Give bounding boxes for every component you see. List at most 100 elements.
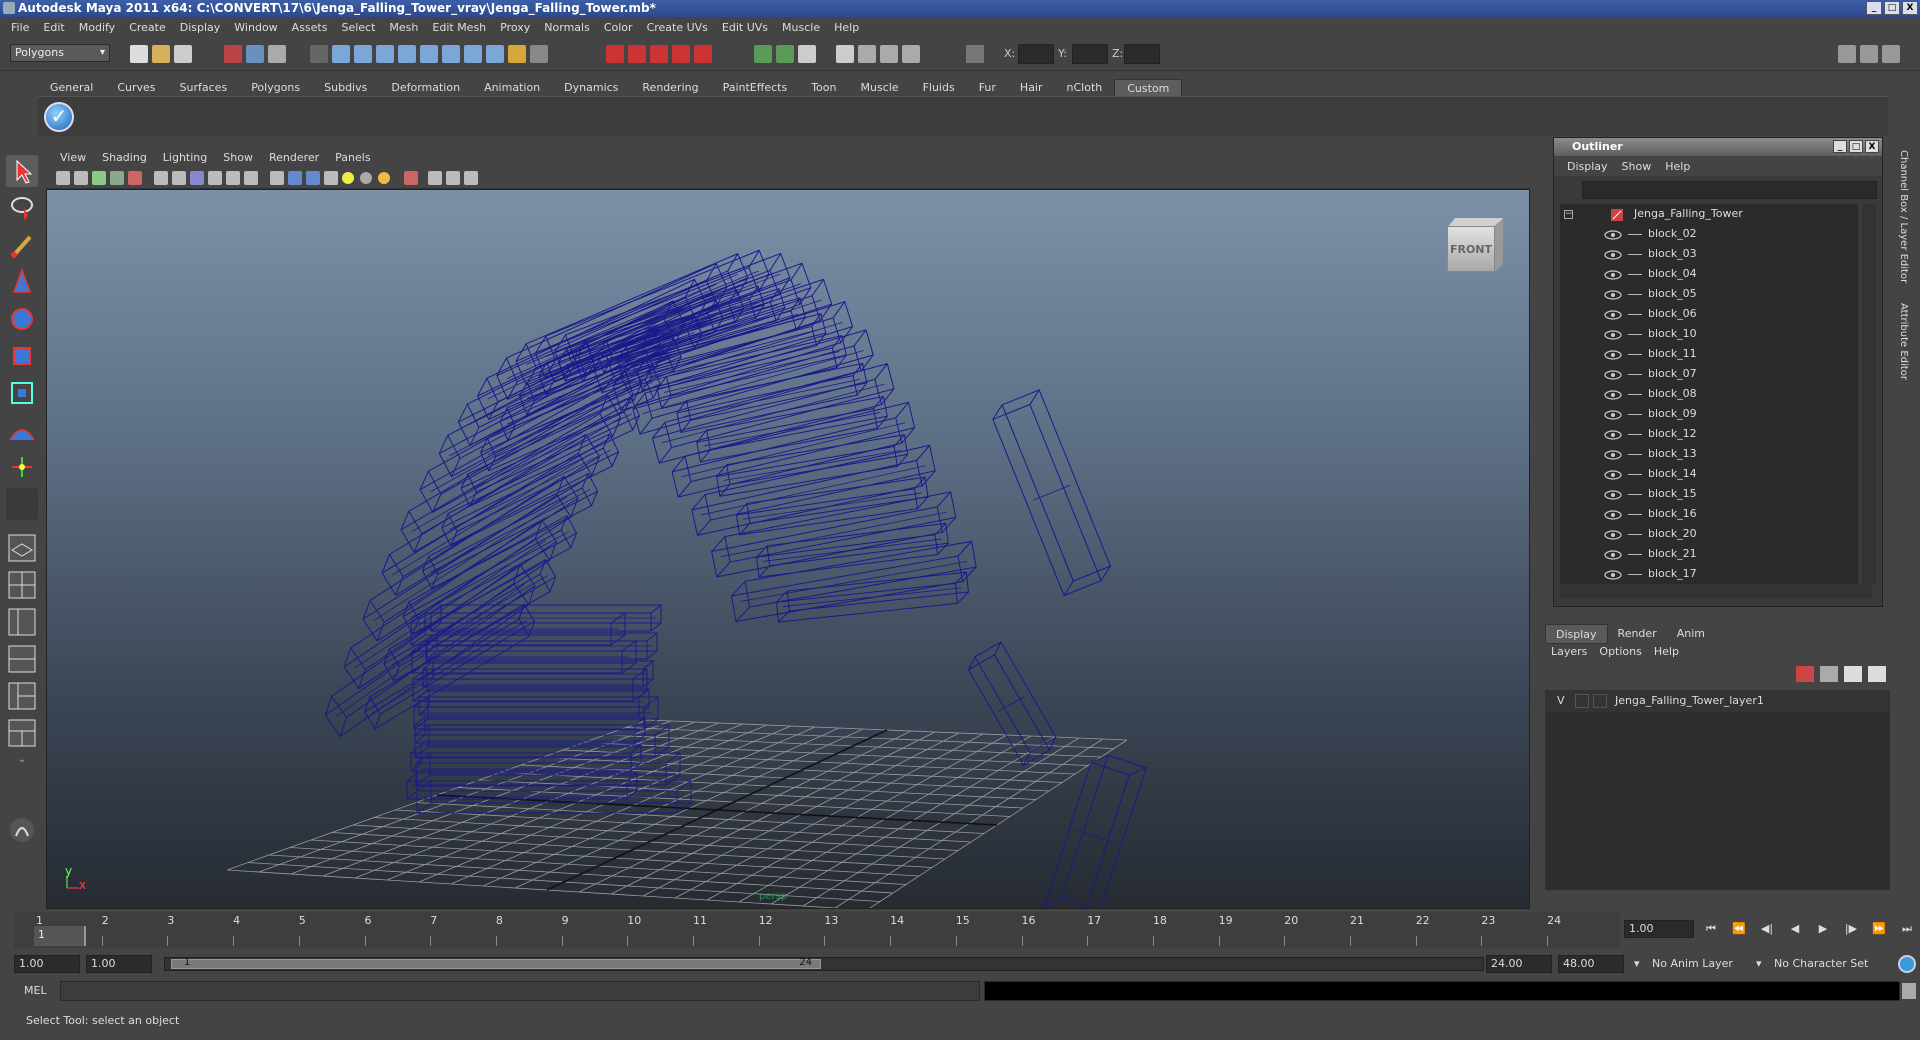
channel-box-tab[interactable]: Channel Box / Layer Editor [1898, 150, 1909, 283]
outliner-menu-display[interactable]: Display [1560, 160, 1615, 173]
shelf-tab-rendering[interactable]: Rendering [630, 79, 710, 96]
shelf-tab-deformation[interactable]: Deformation [379, 79, 472, 96]
layer-row[interactable]: V Jenga_Falling_Tower_layer1 [1545, 690, 1890, 712]
current-frame-marker[interactable]: 1 [34, 926, 86, 946]
select-object-icon[interactable] [246, 45, 264, 63]
render-settings-icon[interactable] [902, 45, 920, 63]
outliner-close-button[interactable]: X [1865, 140, 1879, 153]
outliner-layout-icon[interactable] [6, 606, 38, 638]
viewport-menu-view[interactable]: View [52, 151, 94, 164]
menu-edit[interactable]: Edit [36, 21, 71, 34]
outliner-item[interactable]: block_12 [1560, 424, 1858, 444]
menu-select[interactable]: Select [334, 21, 382, 34]
range-slider-thumb[interactable]: 1 24 [171, 957, 821, 969]
outliner-item[interactable]: block_14 [1560, 464, 1858, 484]
outliner-item[interactable]: block_04 [1560, 264, 1858, 284]
shelf-tab-muscle[interactable]: Muscle [848, 79, 910, 96]
magnet-icon-5[interactable] [694, 45, 712, 63]
step-forward-frame-icon[interactable]: |▶ [1840, 920, 1862, 938]
hypershade-layout-icon[interactable] [6, 680, 38, 712]
shelf-tab-custom[interactable]: Custom [1114, 79, 1183, 96]
filter-icon[interactable] [310, 45, 328, 63]
outliner-filter-field[interactable] [1582, 181, 1877, 199]
jenga-block-wireframe[interactable] [989, 389, 1114, 597]
char-set-dropdown-arrow[interactable]: ▾ [1756, 955, 1762, 973]
attribute-editor-toggle-icon[interactable] [1838, 45, 1856, 63]
shelf-tab-fur[interactable]: Fur [967, 79, 1008, 96]
go-to-end-icon[interactable]: ⏭ [1896, 920, 1918, 938]
magnet-icon-2[interactable] [628, 45, 646, 63]
viewport-menu-show[interactable]: Show [215, 151, 261, 164]
jenga-block-wireframe[interactable] [715, 434, 909, 497]
close-button[interactable]: X [1902, 1, 1918, 15]
command-input[interactable] [60, 981, 980, 1001]
outliner-item[interactable]: block_16 [1560, 504, 1858, 524]
viewport-toolbar-icons[interactable] [46, 167, 606, 189]
layer-playback-toggle[interactable] [1575, 694, 1589, 708]
outliner-item[interactable]: block_07 [1560, 364, 1858, 384]
minimize-button[interactable]: _ [1866, 1, 1882, 15]
soft-modification-icon[interactable] [6, 414, 38, 446]
magnet-icon-4[interactable] [672, 45, 690, 63]
transform-field-icon[interactable] [966, 45, 984, 63]
shelf-tab-curves[interactable]: Curves [105, 79, 167, 96]
anim-layer-dropdown[interactable]: No Anim Layer [1652, 955, 1733, 973]
attribute-editor-tab[interactable]: Attribute Editor [1898, 303, 1909, 380]
shelf-tab-general[interactable]: General [38, 79, 105, 96]
outliner-item[interactable]: block_09 [1560, 404, 1858, 424]
viewcube-front-face[interactable]: FRONT [1447, 226, 1495, 272]
z-coordinate-field[interactable] [1124, 44, 1160, 64]
four-view-layout-icon[interactable] [6, 569, 38, 601]
render-view-icon[interactable] [836, 45, 854, 63]
character-set-dropdown[interactable]: No Character Set [1774, 955, 1868, 973]
quick-layout-icon[interactable] [6, 814, 38, 846]
menu-proxy[interactable]: Proxy [493, 21, 537, 34]
play-backward-icon[interactable]: ◀ [1784, 920, 1806, 938]
outliner-item[interactable]: block_21 [1560, 544, 1858, 564]
outliner-maximize-button[interactable]: □ [1849, 140, 1863, 153]
step-back-frame-icon[interactable]: ◀| [1756, 920, 1778, 938]
new-scene-icon[interactable] [130, 45, 148, 63]
graph-editor-layout-icon[interactable] [6, 643, 38, 675]
menu-assets[interactable]: Assets [285, 21, 335, 34]
layer-color-swatch[interactable] [1593, 694, 1607, 708]
snap-pivot-icon[interactable] [442, 45, 460, 63]
layer-menu-options[interactable]: Options [1593, 645, 1647, 658]
outliner-item[interactable]: block_08 [1560, 384, 1858, 404]
magnet-icon-1[interactable] [606, 45, 624, 63]
animation-start-field[interactable]: 1.00 [14, 955, 80, 973]
move-down-layer-icon[interactable] [1868, 666, 1886, 682]
menu-modify[interactable]: Modify [72, 21, 122, 34]
time-slider[interactable]: 1 2 3 4 5 6 7 8 9 10 11 12 13 14 15 16 17 18 19 20 21 22 23 24 1 [14, 912, 1620, 948]
menu-create-uvs[interactable]: Create UVs [640, 21, 715, 34]
outliner-item[interactable]: block_02 [1560, 224, 1858, 244]
snap-grid-icon[interactable] [332, 45, 350, 63]
outliner-item[interactable]: block_11 [1560, 344, 1858, 364]
menu-edit-mesh[interactable]: Edit Mesh [425, 21, 493, 34]
layout-options-chevron-icon[interactable]: ⌄ [6, 754, 38, 774]
outliner-menu-help[interactable]: Help [1658, 160, 1697, 173]
playback-start-field[interactable]: 1.00 [86, 955, 152, 973]
anim-layer-dropdown-arrow[interactable]: ▾ [1634, 955, 1640, 973]
rotate-tool-icon[interactable] [6, 303, 38, 335]
menu-display[interactable]: Display [173, 21, 228, 34]
layer-tab-anim[interactable]: Anim [1667, 624, 1715, 644]
jenga-block-wireframe[interactable] [729, 540, 978, 623]
shelf-tab-ncloth[interactable]: nCloth [1055, 79, 1115, 96]
question-icon[interactable] [486, 45, 504, 63]
shelf-tab-toon[interactable]: Toon [799, 79, 848, 96]
outliner-item[interactable]: block_15 [1560, 484, 1858, 504]
edit-render-icon[interactable] [798, 45, 816, 63]
shelf-tab-subdivs[interactable]: Subdivs [312, 79, 379, 96]
jenga-block-wireframe[interactable] [422, 660, 654, 688]
show-manipulator-icon[interactable] [6, 451, 38, 483]
layer-menu-layers[interactable]: Layers [1545, 645, 1593, 658]
snap-vertex-icon[interactable] [464, 45, 482, 63]
menu-color[interactable]: Color [597, 21, 640, 34]
snap-surface-icon[interactable] [420, 45, 438, 63]
output-ops-icon[interactable] [776, 45, 794, 63]
playback-end-field[interactable]: 24.00 [1486, 955, 1552, 973]
new-layer-icon[interactable] [1796, 666, 1814, 682]
shelf-tab-surfaces[interactable]: Surfaces [168, 79, 240, 96]
view-cube[interactable]: FRONT [1446, 216, 1505, 272]
